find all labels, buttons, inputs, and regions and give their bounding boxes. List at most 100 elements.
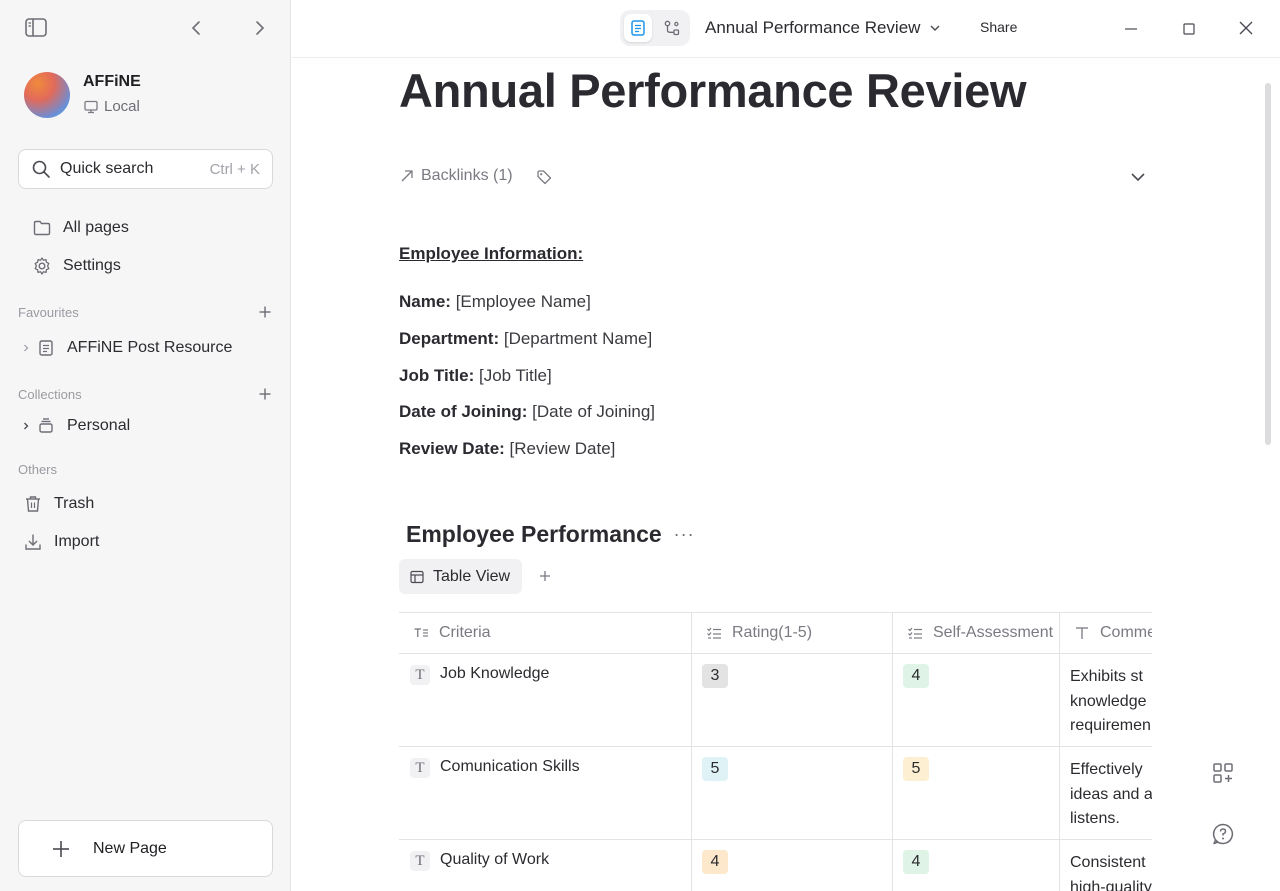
quick-search-label: Quick search: [60, 160, 154, 177]
add-collection-icon[interactable]: [257, 386, 273, 402]
info-row-review-date[interactable]: Review Date: [Review Date]: [399, 439, 615, 459]
collections-label: Collections: [18, 386, 82, 402]
rating-cell[interactable]: 3: [692, 654, 893, 746]
criteria-text: Quality of Work: [440, 851, 550, 868]
text-icon: T: [410, 665, 430, 685]
info-row-name[interactable]: Name: [Employee Name]: [399, 292, 591, 312]
chevron-left-icon[interactable]: [186, 17, 208, 39]
text-type-icon: [1074, 625, 1090, 641]
info-value: [Review Date]: [504, 439, 616, 458]
chevron-right-icon[interactable]: [20, 342, 32, 354]
column-header-rating[interactable]: Rating(1-5): [692, 613, 893, 653]
new-page-button[interactable]: New Page: [18, 820, 273, 877]
workspace-avatar: [24, 72, 70, 118]
collection-item-personal[interactable]: Personal: [18, 408, 273, 444]
favourites-section-header: Favourites: [18, 304, 273, 320]
rating-cell[interactable]: 4: [692, 840, 893, 891]
comment-line: ideas and a: [1070, 785, 1152, 803]
self-assessment-cell[interactable]: 4: [893, 840, 1060, 891]
table-icon: [409, 569, 425, 585]
rating-cell[interactable]: 5: [692, 747, 893, 839]
text-icon: T: [410, 758, 430, 778]
sidebar-item-settings[interactable]: Settings: [18, 248, 273, 284]
chevron-down-icon: [928, 21, 942, 35]
computer-icon: [83, 99, 99, 115]
comment-cell[interactable]: Effectively ideas and a listens.: [1060, 747, 1152, 839]
new-page-label: New Page: [93, 839, 167, 857]
top-bar: Annual Performance Review Share: [292, 0, 1280, 58]
rating-tag: 3: [702, 664, 728, 688]
edgeless-mode-icon[interactable]: [658, 14, 686, 42]
help-icon[interactable]: [1211, 822, 1235, 846]
self-assessment-tag: 4: [903, 850, 929, 874]
table-row[interactable]: T Comunication Skills 5 5 Effectively id…: [399, 747, 1152, 840]
page-title[interactable]: Annual Performance Review: [399, 63, 1027, 118]
self-assessment-cell[interactable]: 5: [893, 747, 1060, 839]
minimize-icon[interactable]: [1122, 20, 1140, 38]
sidebar-item-label: Personal: [67, 417, 131, 434]
select-type-icon: [706, 625, 722, 641]
sidebar-item-trash[interactable]: Trash: [18, 486, 273, 522]
favourite-item-affine-post-resource[interactable]: AFFiNE Post Resource: [18, 330, 273, 366]
add-widget-icon[interactable]: [1211, 761, 1235, 785]
add-view-icon[interactable]: [537, 568, 553, 584]
page-mode-icon[interactable]: [624, 14, 652, 42]
chevron-down-icon[interactable]: [1128, 167, 1148, 187]
table-row[interactable]: T Quality of Work 4 4 Consistent high-qu…: [399, 840, 1152, 891]
sidebar-header: [0, 0, 291, 56]
gear-icon: [32, 256, 52, 276]
tag-icon[interactable]: [535, 168, 553, 186]
tab-table-view[interactable]: Table View: [399, 559, 522, 594]
info-value: [Employee Name]: [450, 292, 591, 311]
database-title[interactable]: Employee Performance ···: [406, 521, 695, 548]
table-row[interactable]: T Job Knowledge 3 4 Exhibits st knowledg…: [399, 654, 1152, 747]
add-favourite-icon[interactable]: [257, 304, 273, 320]
sidebar-toggle-icon[interactable]: [24, 17, 48, 39]
column-header-criteria[interactable]: Criteria: [399, 613, 692, 653]
criteria-cell[interactable]: T Quality of Work: [399, 840, 692, 891]
doc-title-dropdown[interactable]: Annual Performance Review: [705, 18, 942, 38]
database-more-button[interactable]: ···: [674, 524, 695, 545]
column-header-self-assessment[interactable]: Self-Assessment: [893, 613, 1060, 653]
page-icon: [36, 338, 56, 358]
column-header-label: Self-Assessment: [933, 624, 1054, 641]
info-label: Job Title:: [399, 366, 475, 385]
comment-cell[interactable]: Consistent high-quality: [1060, 840, 1152, 891]
close-icon[interactable]: [1237, 19, 1255, 37]
info-label: Review Date:: [399, 439, 505, 458]
maximize-icon[interactable]: [1180, 20, 1198, 38]
sidebar-item-label: Settings: [63, 257, 121, 274]
arrow-up-right-icon: [399, 168, 415, 184]
workspace-card[interactable]: AFFiNE Local: [24, 70, 274, 120]
info-row-department[interactable]: Department: [Department Name]: [399, 329, 652, 349]
quick-search-button[interactable]: Quick search Ctrl + K: [18, 149, 273, 189]
info-value: [Department Name]: [499, 329, 653, 348]
backlinks-button[interactable]: Backlinks (1): [399, 167, 513, 185]
others-section-header: Others: [18, 462, 273, 477]
chevron-right-icon[interactable]: [20, 420, 32, 432]
employee-info-heading[interactable]: Employee Information:: [399, 244, 583, 264]
info-row-date-of-joining[interactable]: Date of Joining: [Date of Joining]: [399, 402, 655, 422]
sidebar-item-import[interactable]: Import: [18, 524, 273, 560]
criteria-cell[interactable]: T Comunication Skills: [399, 747, 692, 839]
editor-scrollbar[interactable]: [1265, 83, 1271, 445]
self-assessment-tag: 5: [903, 757, 929, 781]
info-row-job-title[interactable]: Job Title: [Job Title]: [399, 366, 552, 386]
import-icon: [23, 532, 43, 552]
collection-icon: [36, 416, 56, 436]
text-type-icon: [413, 625, 429, 641]
chevron-right-icon[interactable]: [248, 17, 270, 39]
criteria-cell[interactable]: T Job Knowledge: [399, 654, 692, 746]
column-header-comments[interactable]: Comme: [1060, 613, 1152, 653]
self-assessment-cell[interactable]: 4: [893, 654, 1060, 746]
view-tab-label: Table View: [433, 567, 511, 585]
comment-cell[interactable]: Exhibits st knowledge requiremen: [1060, 654, 1152, 746]
others-label: Others: [18, 462, 58, 477]
sidebar-item-all-pages[interactable]: All pages: [18, 210, 273, 246]
comment-line: high-quality: [1070, 878, 1152, 891]
collections-section-header: Collections: [18, 386, 273, 402]
info-label: Department:: [399, 329, 500, 348]
info-value: [Date of Joining]: [527, 402, 656, 421]
share-button[interactable]: Share: [980, 19, 1017, 35]
database-table: Criteria Rating(1-5) Self-Assessment Com…: [399, 612, 1152, 891]
